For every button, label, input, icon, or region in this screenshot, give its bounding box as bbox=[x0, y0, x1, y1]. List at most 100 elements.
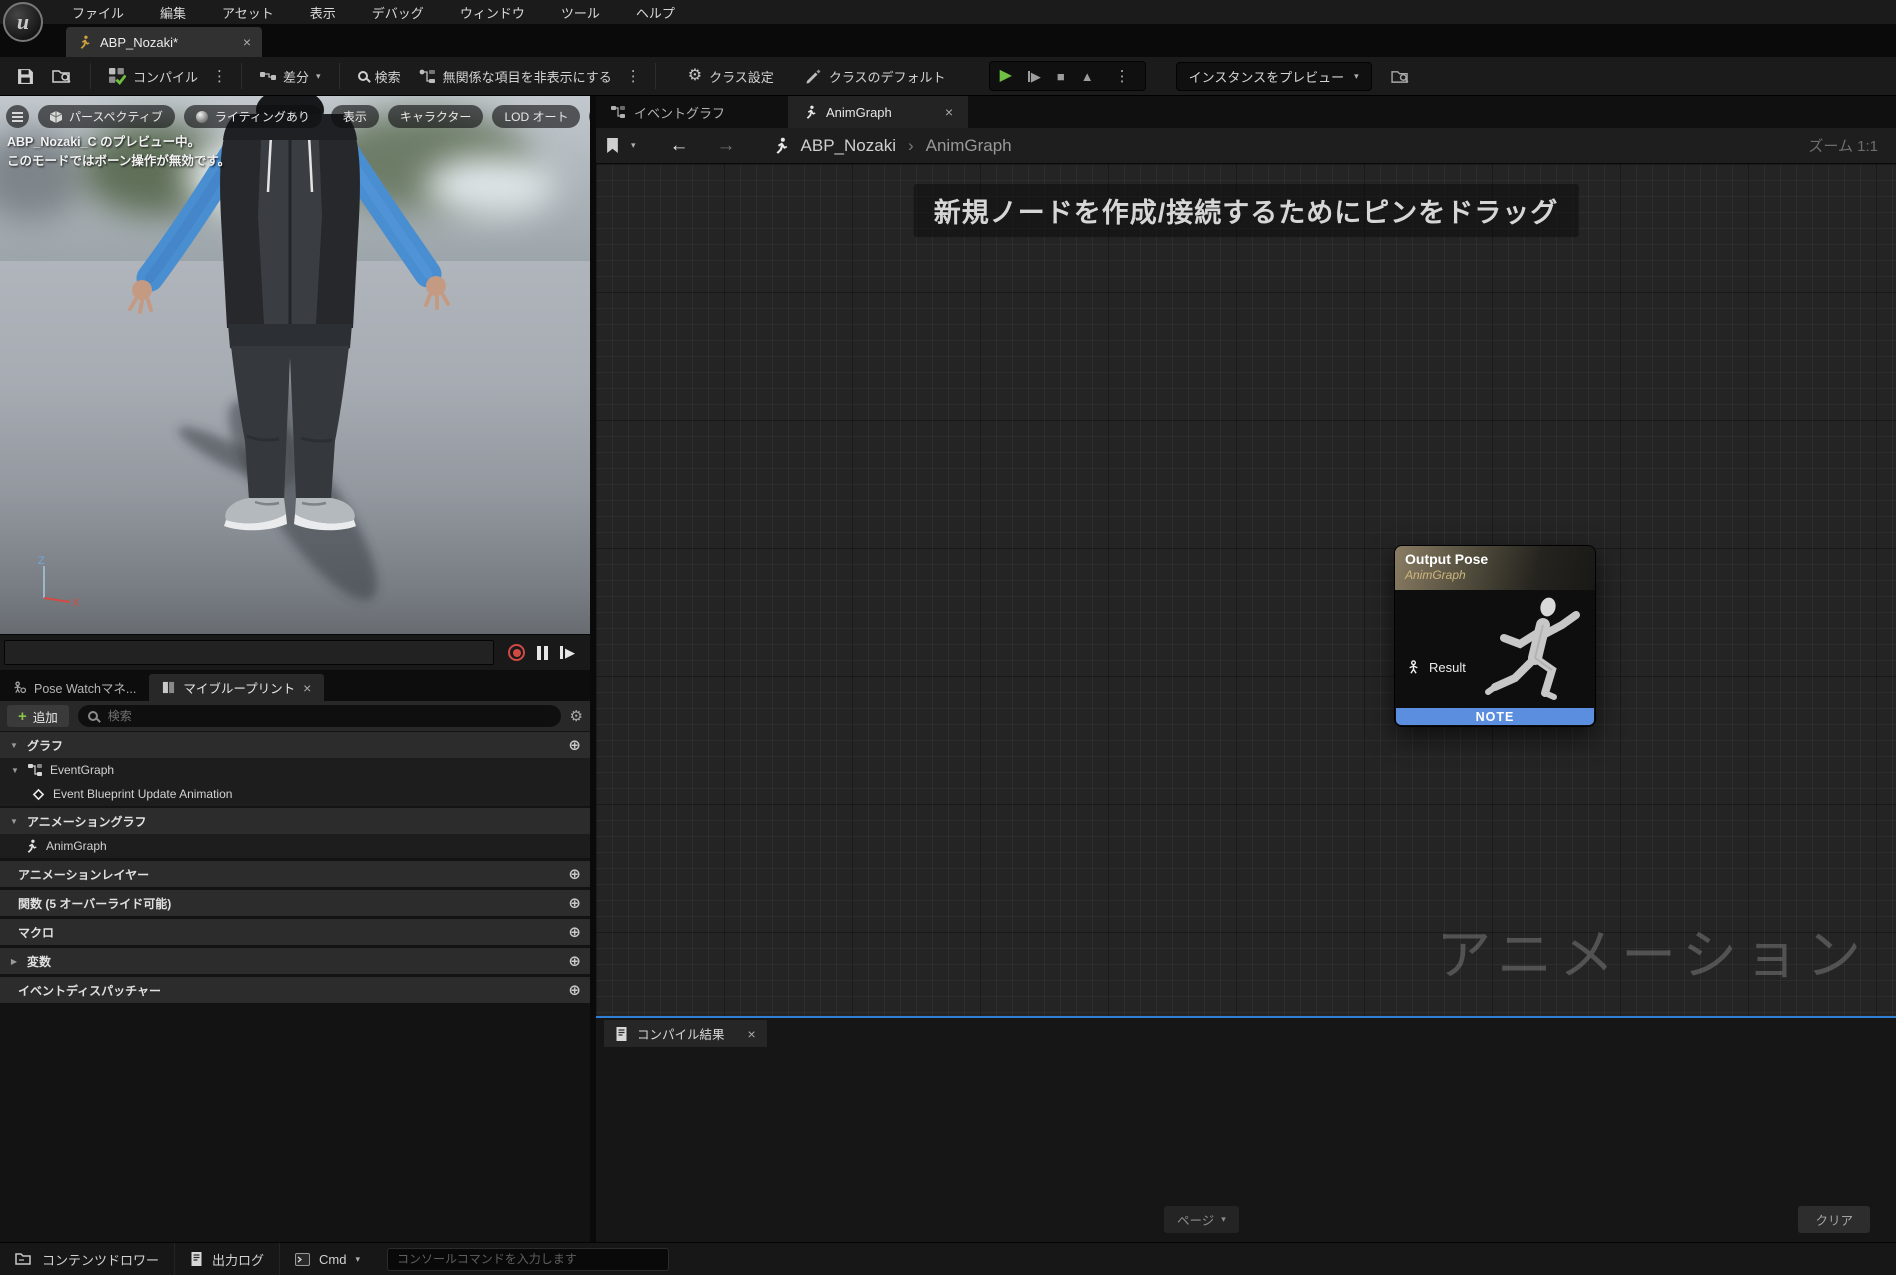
tree-section-macros[interactable]: マクロ ⊕ bbox=[0, 919, 590, 945]
save-button[interactable] bbox=[8, 61, 43, 91]
menu-asset[interactable]: アセット bbox=[222, 3, 274, 22]
play-icon[interactable]: ▶ bbox=[1000, 68, 1012, 84]
console-command-input[interactable] bbox=[387, 1248, 669, 1271]
timeline-scrubber[interactable] bbox=[4, 640, 494, 665]
tree-section-animation-layers[interactable]: アニメーションレイヤー ⊕ bbox=[0, 861, 590, 887]
playback-speed-button[interactable]: ▶ x1.0 ≫ bbox=[589, 105, 590, 128]
cmd-dropdown[interactable]: Cmd ▾ bbox=[280, 1243, 375, 1275]
event-update-label: Event Blueprint Update Animation bbox=[53, 787, 232, 801]
sphere-icon bbox=[196, 111, 208, 123]
my-blueprint-search[interactable] bbox=[78, 705, 561, 727]
caret-down-icon[interactable]: ▼ bbox=[9, 741, 19, 750]
compile-button[interactable]: コンパイル bbox=[100, 61, 207, 91]
class-defaults-button[interactable]: クラスのデフォルト bbox=[797, 61, 955, 91]
content-drawer-button[interactable]: コンテンツドロワー bbox=[0, 1243, 174, 1275]
settings-gear-icon[interactable]: ⚙ bbox=[570, 709, 583, 724]
compile-options-kebab-icon[interactable]: ⋮ bbox=[207, 67, 232, 85]
animgraph-canvas[interactable]: 新規ノードを作成/接続するためにピンをドラッグ アニメーション Output P… bbox=[596, 164, 1896, 1016]
clear-button[interactable]: クリア bbox=[1798, 1206, 1870, 1233]
chevron-down-icon[interactable]: ▾ bbox=[631, 140, 636, 151]
frame-skip-icon[interactable]: ▶ bbox=[1028, 70, 1041, 83]
add-graph-icon[interactable]: ⊕ bbox=[568, 738, 581, 753]
close-icon[interactable]: × bbox=[945, 105, 953, 119]
add-variable-icon[interactable]: ⊕ bbox=[568, 954, 581, 969]
tree-section-animation-graphs[interactable]: ▼ アニメーショングラフ bbox=[0, 808, 590, 834]
tab-compile-results[interactable]: コンパイル結果 × bbox=[604, 1020, 767, 1047]
output-log-button[interactable]: 出力ログ bbox=[175, 1243, 279, 1275]
close-icon[interactable]: × bbox=[303, 681, 311, 695]
step-forward-icon[interactable]: ▶ bbox=[560, 646, 575, 659]
menu-debug[interactable]: デバッグ bbox=[372, 3, 424, 22]
hide-unrelated-button[interactable]: 無関係な項目を非表示にする bbox=[410, 61, 621, 91]
lit-mode-button[interactable]: ライティングあり bbox=[184, 105, 322, 128]
browse-debug-object-button[interactable] bbox=[1382, 61, 1419, 91]
tab-animgraph[interactable]: AnimGraph × bbox=[788, 96, 968, 128]
caret-down-icon[interactable]: ▼ bbox=[10, 766, 20, 775]
caret-down-icon[interactable]: ▼ bbox=[9, 817, 19, 826]
menu-file[interactable]: ファイル bbox=[72, 3, 124, 22]
chevron-down-icon: ▾ bbox=[1221, 1214, 1226, 1225]
tree-section-functions[interactable]: 関数 (5 オーバーライド可能) ⊕ bbox=[0, 890, 590, 916]
tree-item-event-update-animation[interactable]: Event Blueprint Update Animation bbox=[0, 782, 590, 806]
log-icon bbox=[615, 1027, 628, 1041]
simulation-controls: ▶ ▶ ■ ▲ ⋮ bbox=[989, 61, 1146, 91]
output-pose-node-header[interactable]: Output Pose AnimGraph bbox=[1395, 546, 1595, 590]
preview-instance-dropdown[interactable]: インスタンスをプレビュー ▾ bbox=[1176, 62, 1372, 91]
diff-button[interactable]: 差分 ▾ bbox=[251, 61, 330, 91]
toolbar-separator bbox=[90, 63, 91, 89]
add-function-icon[interactable]: ⊕ bbox=[568, 896, 581, 911]
tab-pose-watch-manager[interactable]: Pose Watchマネ... bbox=[0, 674, 149, 701]
preview-status-overlay: ABP_Nozaki_C のプレビュー中。 このモードではボーン操作が無効です。 bbox=[7, 133, 230, 172]
navigate-back-icon[interactable]: ← bbox=[662, 136, 697, 155]
show-button[interactable]: 表示 bbox=[331, 105, 379, 128]
character-button[interactable]: キャラクター bbox=[388, 105, 484, 128]
close-icon[interactable]: × bbox=[748, 1027, 756, 1041]
find-button[interactable]: 検索 bbox=[349, 61, 410, 91]
eject-icon[interactable]: ▲ bbox=[1081, 70, 1094, 83]
tree-item-eventgraph[interactable]: ▼ EventGraph bbox=[0, 758, 590, 782]
tree-section-graphs[interactable]: ▼ グラフ ⊕ bbox=[0, 732, 590, 758]
add-macro-icon[interactable]: ⊕ bbox=[568, 925, 581, 940]
add-animation-layer-icon[interactable]: ⊕ bbox=[568, 867, 581, 882]
menu-view[interactable]: 表示 bbox=[310, 3, 336, 22]
menu-edit[interactable]: 編集 bbox=[160, 3, 186, 22]
close-icon[interactable]: × bbox=[243, 35, 251, 49]
menu-window[interactable]: ウィンドウ bbox=[460, 3, 525, 22]
result-pin[interactable]: Result bbox=[1406, 660, 1466, 675]
output-pose-node[interactable]: Output Pose AnimGraph bbox=[1394, 545, 1596, 727]
mannequin-thumbnail bbox=[1481, 594, 1593, 706]
search-input[interactable] bbox=[106, 708, 551, 724]
navigate-forward-icon[interactable]: → bbox=[709, 136, 744, 155]
record-icon[interactable] bbox=[508, 644, 525, 661]
toolbar-separator bbox=[655, 63, 656, 89]
menu-tools[interactable]: ツール bbox=[561, 3, 600, 22]
caret-right-icon[interactable]: ▶ bbox=[9, 957, 19, 966]
asset-tab-abp-nozaki[interactable]: ABP_Nozaki* × bbox=[66, 27, 262, 57]
tab-event-graph[interactable]: イベントグラフ bbox=[596, 96, 740, 128]
preview-instance-label: インスタンスをプレビュー bbox=[1189, 67, 1344, 86]
tab-my-blueprint[interactable]: マイブループリント × bbox=[149, 674, 324, 701]
tree-section-event-dispatchers[interactable]: イベントディスパッチャー ⊕ bbox=[0, 977, 590, 1003]
viewport-menu-button[interactable] bbox=[6, 105, 29, 128]
node-note-bar[interactable]: NOTE bbox=[1396, 708, 1594, 725]
tree-section-variables[interactable]: ▶ 変数 ⊕ bbox=[0, 948, 590, 974]
breadcrumb-root[interactable]: ABP_Nozaki bbox=[801, 136, 896, 156]
breadcrumb-current[interactable]: AnimGraph bbox=[926, 136, 1012, 156]
browse-asset-button[interactable] bbox=[43, 61, 81, 91]
add-event-dispatcher-icon[interactable]: ⊕ bbox=[568, 983, 581, 998]
pause-icon[interactable] bbox=[537, 646, 548, 660]
lod-auto-button[interactable]: LOD オート bbox=[492, 105, 580, 128]
page-dropdown-button[interactable]: ページ ▾ bbox=[1164, 1206, 1239, 1233]
bookmark-icon[interactable] bbox=[606, 138, 619, 153]
gear-icon: ⚙ bbox=[688, 68, 702, 84]
find-label: 検索 bbox=[375, 67, 401, 86]
menu-help[interactable]: ヘルプ bbox=[636, 3, 675, 22]
stop-icon[interactable]: ■ bbox=[1057, 70, 1065, 83]
class-settings-button[interactable]: ⚙ クラス設定 bbox=[679, 61, 783, 91]
perspective-button[interactable]: パースペクティブ bbox=[38, 105, 175, 128]
add-button[interactable]: + 追加 bbox=[7, 705, 69, 727]
hide-unrelated-kebab-icon[interactable]: ⋮ bbox=[621, 67, 646, 85]
tree-item-animgraph[interactable]: AnimGraph bbox=[0, 834, 590, 858]
play-options-kebab-icon[interactable]: ⋮ bbox=[1110, 67, 1135, 85]
preview-viewport[interactable]: パースペクティブ ライティングあり 表示 キャラクター LOD オート ▶ x1… bbox=[0, 96, 590, 634]
